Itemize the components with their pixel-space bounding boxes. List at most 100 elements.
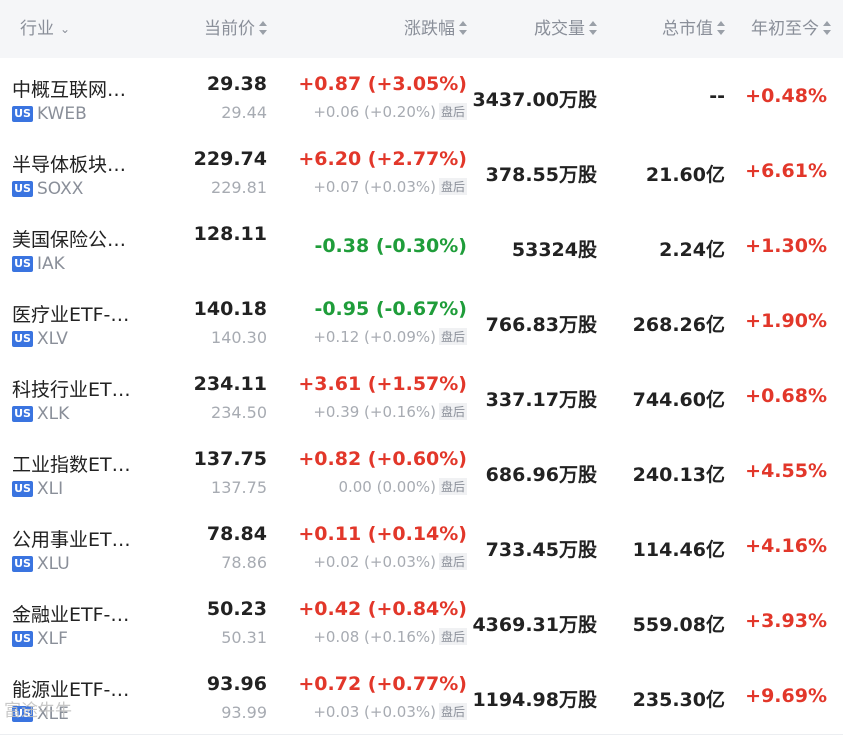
after-hours-change-value: +0.08 (+0.16%) bbox=[313, 628, 436, 646]
after-hours-change: +0.08 (+0.16%) 盘后 bbox=[313, 628, 467, 646]
after-hours-tag: 盘后 bbox=[438, 703, 467, 720]
etf-code: US KWEB bbox=[12, 104, 87, 124]
table-row[interactable]: 工业指数ET… US XLI 137.75 137.75 +0.82 (+0.60%) 0.… bbox=[0, 434, 843, 510]
after-hours-tag: 盘后 bbox=[438, 328, 467, 345]
etf-code: US XLU bbox=[12, 554, 70, 574]
ticker-symbol: SOXX bbox=[37, 179, 84, 199]
market-cap: -- bbox=[709, 85, 725, 107]
ticker-symbol: XLF bbox=[37, 629, 68, 649]
after-hours-price: 50.31 bbox=[221, 628, 267, 647]
after-hours-price: 29.44 bbox=[221, 103, 267, 122]
us-market-badge: US bbox=[12, 556, 33, 572]
after-hours-change-value: +0.03 (+0.03%) bbox=[313, 703, 436, 721]
etf-name: 公用事业ET… bbox=[12, 529, 131, 551]
current-price: 78.84 bbox=[206, 523, 267, 545]
current-price: 128.11 bbox=[193, 223, 267, 245]
current-price: 93.96 bbox=[206, 673, 267, 695]
column-header-price[interactable]: 当前价 bbox=[204, 0, 267, 58]
ticker-symbol: XLV bbox=[37, 329, 68, 349]
after-hours-tag: 盘后 bbox=[438, 553, 467, 570]
after-hours-tag: 盘后 bbox=[438, 403, 467, 420]
after-hours-change: 0.00 (0.00%) 盘后 bbox=[338, 478, 467, 496]
etf-name: 科技行业ET… bbox=[12, 379, 131, 401]
market-cap: 268.26亿 bbox=[632, 314, 725, 336]
after-hours-change: +0.02 (+0.03%) 盘后 bbox=[313, 553, 467, 571]
ticker-symbol: IAK bbox=[37, 254, 65, 274]
market-cap: 114.46亿 bbox=[632, 539, 725, 561]
market-cap: 744.60亿 bbox=[632, 389, 725, 411]
price-change: +0.72 (+0.77%) bbox=[298, 673, 467, 695]
volume: 733.45万股 bbox=[485, 539, 597, 561]
price-change: +0.42 (+0.84%) bbox=[298, 598, 467, 620]
table-row[interactable]: 中概互联网… US KWEB 29.38 29.44 +0.87 (+3.05%) +0.0… bbox=[0, 59, 843, 135]
price-change: +6.20 (+2.77%) bbox=[298, 148, 467, 170]
column-header-change-label: 涨跌幅 bbox=[404, 19, 455, 39]
price-change: -0.38 (-0.30%) bbox=[314, 235, 467, 257]
table-row[interactable]: 能源业ETF-… US XLE 93.96 93.99 +0.72 (+0.77%) +0.… bbox=[0, 659, 843, 735]
volume: 3437.00万股 bbox=[472, 89, 597, 111]
volume: 686.96万股 bbox=[485, 464, 597, 486]
ytd-change: +9.69% bbox=[745, 685, 827, 707]
column-header-industry[interactable]: 行业 ⌄ bbox=[20, 0, 70, 58]
ytd-change: +4.16% bbox=[745, 535, 827, 557]
column-header-change[interactable]: 涨跌幅 bbox=[404, 0, 467, 58]
etf-name: 工业指数ET… bbox=[12, 454, 131, 476]
table-header: 行业 ⌄ 当前价 涨跌幅 成交量 总市值 年初至今 bbox=[0, 0, 843, 58]
us-market-badge: US bbox=[12, 406, 33, 422]
column-header-industry-label: 行业 bbox=[20, 19, 54, 39]
chevron-down-icon[interactable]: ⌄ bbox=[60, 0, 70, 58]
after-hours-change-value: +0.02 (+0.03%) bbox=[313, 553, 436, 571]
volume: 53324股 bbox=[511, 239, 597, 261]
table-row[interactable]: 公用事业ET… US XLU 78.84 78.86 +0.11 (+0.14%) +0.0… bbox=[0, 509, 843, 585]
us-market-badge: US bbox=[12, 181, 33, 197]
after-hours-change-value: +0.12 (+0.09%) bbox=[313, 328, 436, 346]
volume: 766.83万股 bbox=[485, 314, 597, 336]
volume: 4369.31万股 bbox=[472, 614, 597, 636]
column-header-price-label: 当前价 bbox=[204, 19, 255, 39]
after-hours-price: 78.86 bbox=[221, 553, 267, 572]
column-header-volume[interactable]: 成交量 bbox=[534, 0, 597, 58]
after-hours-change-value: +0.39 (+0.16%) bbox=[313, 403, 436, 421]
ytd-change: +4.55% bbox=[745, 460, 827, 482]
etf-code: US XLF bbox=[12, 629, 68, 649]
etf-code: US XLK bbox=[12, 404, 69, 424]
after-hours-change: +0.39 (+0.16%) 盘后 bbox=[313, 403, 467, 421]
etf-code: US IAK bbox=[12, 254, 65, 274]
sort-icon[interactable] bbox=[717, 21, 725, 35]
after-hours-price: 234.50 bbox=[211, 403, 267, 422]
after-hours-change: +0.12 (+0.09%) 盘后 bbox=[313, 328, 467, 346]
table-row[interactable]: 美国保险公… US IAK 128.11 -0.38 (-0.30%) 53324股 2.2… bbox=[0, 209, 843, 285]
after-hours-tag: 盘后 bbox=[438, 103, 467, 120]
after-hours-change: +0.03 (+0.03%) 盘后 bbox=[313, 703, 467, 721]
current-price: 140.18 bbox=[193, 298, 267, 320]
etf-name: 金融业ETF-… bbox=[12, 604, 130, 626]
after-hours-change-value: 0.00 (0.00%) bbox=[338, 478, 436, 496]
table-row[interactable]: 科技行业ET… US XLK 234.11 234.50 +3.61 (+1.57%) +0… bbox=[0, 359, 843, 435]
watermark: 富途牛牛 bbox=[4, 701, 72, 721]
current-price: 234.11 bbox=[193, 373, 267, 395]
sort-icon[interactable] bbox=[259, 21, 267, 35]
sort-icon[interactable] bbox=[459, 21, 467, 35]
sort-icon[interactable] bbox=[589, 21, 597, 35]
ticker-symbol: XLK bbox=[37, 404, 70, 424]
etf-name: 医疗业ETF-… bbox=[12, 304, 130, 326]
after-hours-price: 93.99 bbox=[221, 703, 267, 722]
after-hours-change: +0.07 (+0.03%) 盘后 bbox=[313, 178, 467, 196]
table-row[interactable]: 医疗业ETF-… US XLV 140.18 140.30 -0.95 (-0.67%) +… bbox=[0, 284, 843, 360]
market-cap: 559.08亿 bbox=[632, 614, 725, 636]
column-header-ytd[interactable]: 年初至今 bbox=[751, 0, 831, 58]
ytd-change: +0.68% bbox=[745, 385, 827, 407]
after-hours-change: +0.06 (+0.20%) 盘后 bbox=[313, 103, 467, 121]
sort-icon[interactable] bbox=[823, 21, 831, 35]
etf-code: US XLV bbox=[12, 329, 68, 349]
price-change: +0.11 (+0.14%) bbox=[298, 523, 467, 545]
current-price: 50.23 bbox=[206, 598, 267, 620]
etf-code: US XLI bbox=[12, 479, 63, 499]
table-row[interactable]: 金融业ETF-… US XLF 50.23 50.31 +0.42 (+0.84%) +0.… bbox=[0, 584, 843, 660]
etf-code: US SOXX bbox=[12, 179, 83, 199]
table-row[interactable]: 半导体板块… US SOXX 229.74 229.81 +6.20 (+2.77%) +0… bbox=[0, 134, 843, 210]
column-header-market-cap[interactable]: 总市值 bbox=[662, 0, 725, 58]
market-cap: 2.24亿 bbox=[659, 239, 725, 261]
after-hours-tag: 盘后 bbox=[438, 628, 467, 645]
market-cap: 240.13亿 bbox=[632, 464, 725, 486]
